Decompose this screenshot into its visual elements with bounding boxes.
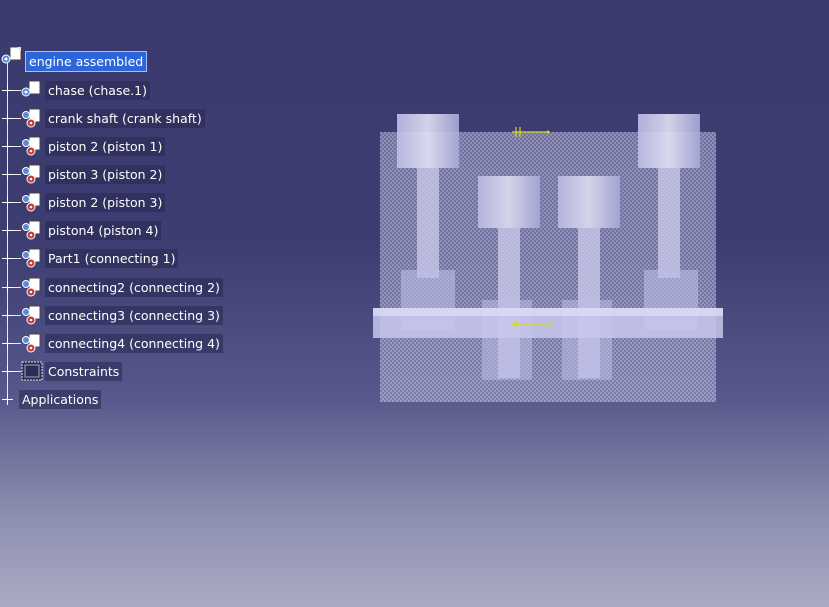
tree-item-label[interactable]: Constraints xyxy=(45,361,123,381)
part-icon xyxy=(22,305,41,325)
expand-icon[interactable] xyxy=(2,252,13,264)
tree-item-label[interactable]: piston 2 (piston 1) xyxy=(45,136,166,156)
3d-viewport-model[interactable] xyxy=(370,110,730,410)
constraints-icon xyxy=(21,361,43,381)
part-icon xyxy=(22,192,41,212)
tree-item-label[interactable]: Part1 (connecting 1) xyxy=(45,248,179,268)
tree-item-label[interactable]: piston 3 (piston 2) xyxy=(45,164,166,184)
expand-icon[interactable] xyxy=(2,168,13,180)
tree-item-label[interactable]: chase (chase.1) xyxy=(45,80,150,100)
part-icon xyxy=(22,164,41,184)
part-icon xyxy=(22,220,41,240)
tree-item-label[interactable]: piston 2 (piston 3) xyxy=(45,192,166,212)
expand-icon[interactable] xyxy=(2,224,13,236)
product-icon xyxy=(21,80,41,97)
expand-icon[interactable] xyxy=(2,337,13,349)
part-icon xyxy=(22,277,41,297)
tree-item-label[interactable]: Applications xyxy=(19,389,102,409)
tree-item-label[interactable]: connecting3 (connecting 3) xyxy=(45,305,223,325)
tree-item-label[interactable]: connecting4 (connecting 4) xyxy=(45,333,223,353)
part-icon xyxy=(22,248,41,268)
part-icon xyxy=(22,108,41,128)
expand-icon[interactable] xyxy=(2,365,13,377)
expand-icon[interactable] xyxy=(2,112,13,124)
product-icon[interactable] xyxy=(0,45,26,67)
crank-shaft xyxy=(373,308,723,338)
specification-tree: engine assembled chase (chase.1) crank s… xyxy=(0,0,240,420)
expand-icon[interactable] xyxy=(2,84,13,96)
part-icon xyxy=(22,136,41,156)
tree-item-label[interactable]: crank shaft (crank shaft) xyxy=(45,108,205,128)
expand-icon[interactable] xyxy=(2,393,13,405)
tree-root-label[interactable]: engine assembled xyxy=(24,51,148,72)
tree-item-label[interactable]: piston4 (piston 4) xyxy=(45,220,162,240)
expand-icon[interactable] xyxy=(2,309,13,321)
expand-icon[interactable] xyxy=(2,140,13,152)
expand-icon[interactable] xyxy=(2,281,13,293)
expand-icon[interactable] xyxy=(2,196,13,208)
tree-item-label[interactable]: connecting2 (connecting 2) xyxy=(45,277,223,297)
part-icon xyxy=(22,333,41,353)
